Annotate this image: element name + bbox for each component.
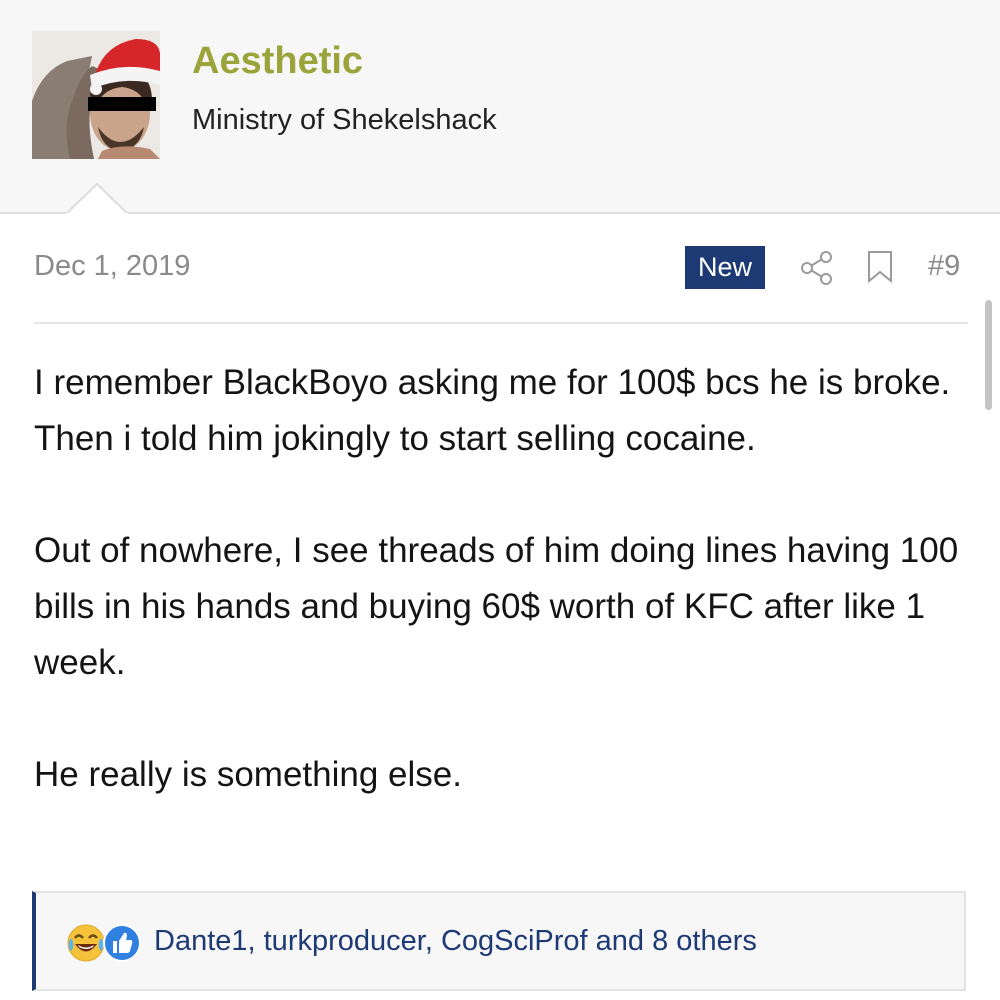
thumbs-up-icon xyxy=(102,923,142,968)
reaction-icons[interactable] xyxy=(66,923,150,963)
new-badge: New xyxy=(685,246,765,289)
post-paragraph: I remember BlackBoyo asking me for 100$ … xyxy=(34,363,951,458)
post-date[interactable]: Dec 1, 2019 xyxy=(34,250,190,283)
scrollbar[interactable] xyxy=(985,300,992,410)
post-paragraph: Out of nowhere, I see threads of him doi… xyxy=(34,531,959,682)
username[interactable]: Aesthetic xyxy=(192,40,363,83)
forum-post: Aesthetic Ministry of Shekelshack Dec 1,… xyxy=(0,0,1000,1000)
user-header: Aesthetic Ministry of Shekelshack xyxy=(0,0,1000,215)
post-paragraph: He really is something else. xyxy=(34,755,462,794)
bookmark-icon[interactable] xyxy=(866,250,894,284)
laughing-emoji-icon xyxy=(66,923,106,968)
reactions-bar[interactable]: Dante1, turkproducer, CogSciProf and 8 o… xyxy=(32,891,966,991)
user-title: Ministry of Shekelshack xyxy=(192,104,497,136)
share-icon[interactable] xyxy=(800,250,834,286)
avatar[interactable] xyxy=(32,31,160,159)
reaction-users-link[interactable]: Dante1, turkproducer, CogSciProf and 8 o… xyxy=(154,925,757,958)
post-body: I remember BlackBoyo asking me for 100$ … xyxy=(34,355,979,803)
divider xyxy=(34,322,968,324)
post-number-link[interactable]: #9 xyxy=(928,250,960,283)
